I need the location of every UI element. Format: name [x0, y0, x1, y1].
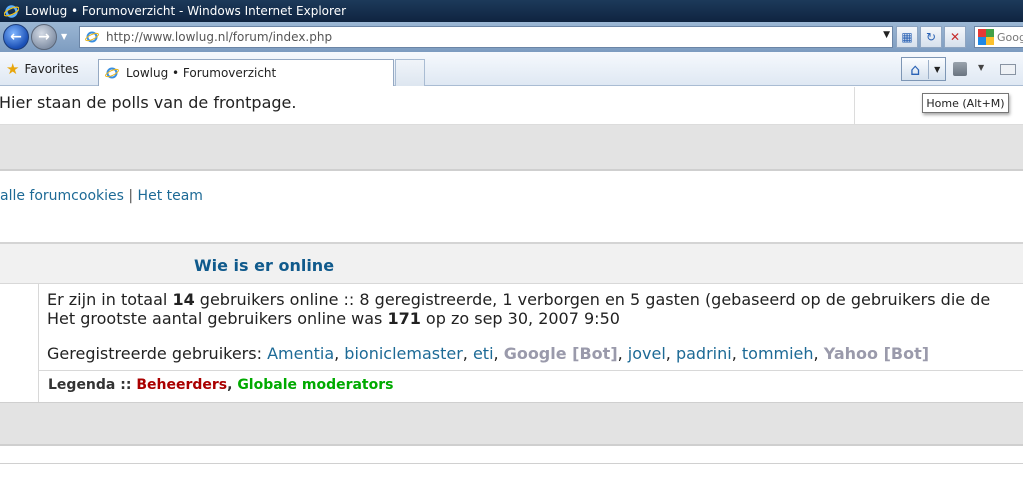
online-total-text: Er zijn in totaal 14 gebruikers online :… [47, 290, 990, 309]
online-record-count: 171 [387, 309, 421, 328]
registered-users-list: Geregistreerde gebruikers: Amentia, bion… [47, 344, 930, 363]
navigation-bar: ← → ▼ http://www.lowlug.nl/forum/index.p… [0, 22, 1023, 52]
tab-title: Lowlug • Forumoverzicht [126, 66, 277, 80]
user-link-google-bot[interactable]: Google [Bot] [504, 344, 618, 363]
url-text[interactable]: http://www.lowlug.nl/forum/index.php [106, 30, 332, 44]
online-record-text: Het grootste aantal gebruikers online wa… [47, 309, 620, 328]
legend-admins-link[interactable]: Beheerders [136, 377, 227, 393]
legend-global-moderators-link[interactable]: Globale moderators [237, 377, 393, 393]
tab-page-icon [104, 65, 120, 81]
title-bar: Lowlug • Forumoverzicht - Windows Intern… [0, 0, 1023, 22]
who-online-title[interactable]: Wie is er online [194, 256, 334, 275]
user-link-eti[interactable]: eti [473, 344, 494, 363]
search-box[interactable]: Goog [974, 26, 1023, 48]
legend-separator: , [227, 377, 238, 393]
home-dropdown-icon[interactable]: ▼ [929, 65, 945, 74]
poll-row: Hier staan de polls van de frontpage. [0, 87, 1023, 125]
legend: Legenda :: Beheerders, Globale moderator… [48, 377, 393, 393]
user-link-bioniclemaster[interactable]: bioniclemaster [344, 344, 462, 363]
user-link-amentia[interactable]: Amentia [267, 344, 334, 363]
who-online-header: Wie is er online [0, 242, 1023, 284]
page-content: Hier staan de polls van de frontpage. al… [0, 87, 1023, 480]
legend-label: Legenda :: [48, 377, 137, 393]
home-icon[interactable]: ⌂ [902, 59, 930, 79]
star-icon: ★ [6, 60, 20, 78]
ie-logo-icon [4, 4, 19, 19]
address-dropdown-icon[interactable]: ▼ [883, 30, 890, 40]
who-online-panel: Er zijn in totaal 14 gebruikers online :… [0, 284, 1023, 402]
page-icon [84, 29, 100, 45]
section-separator-2 [0, 402, 1023, 446]
section-separator [0, 125, 1023, 171]
online-total-suffix: gebruikers online :: 8 geregistreerde, 1… [194, 290, 991, 309]
feeds-dropdown-icon[interactable]: ▼ [978, 63, 984, 72]
back-button[interactable]: ← [3, 24, 29, 50]
home-button[interactable]: ⌂ ▼ [901, 57, 946, 81]
user-link-padrini[interactable]: padrini [676, 344, 732, 363]
bottom-divider [0, 463, 1023, 464]
feeds-icon[interactable] [953, 62, 967, 76]
user-link-tommieh[interactable]: tommieh [742, 344, 814, 363]
online-total-count: 14 [172, 290, 195, 309]
compatibility-view-button[interactable]: ▦ [896, 26, 918, 48]
favorites-button[interactable]: ★ Favorites [6, 60, 79, 78]
online-record-suffix: op zo sep 30, 2007 9:50 [420, 309, 620, 328]
online-record-prefix: Het grootste aantal gebruikers online wa… [47, 309, 388, 328]
address-bar[interactable]: http://www.lowlug.nl/forum/index.php ▼ [79, 26, 893, 48]
window-title: Lowlug • Forumoverzicht - Windows Intern… [25, 4, 347, 18]
stop-button[interactable]: ✕ [944, 26, 966, 48]
poll-description: Hier staan de polls van de frontpage. [0, 93, 297, 112]
delete-cookies-link[interactable]: alle forumcookies [0, 188, 124, 204]
forward-button[interactable]: → [31, 24, 57, 50]
legend-row: Legenda :: Beheerders, Globale moderator… [39, 370, 1023, 402]
online-total-prefix: Er zijn in totaal [47, 290, 173, 309]
new-tab-button[interactable] [395, 59, 425, 86]
mail-icon[interactable] [1000, 64, 1016, 75]
tab-lowlug[interactable]: Lowlug • Forumoverzicht [98, 59, 394, 86]
recent-pages-dropdown[interactable]: ▼ [61, 32, 67, 41]
google-icon [978, 29, 994, 45]
online-icon-column [0, 284, 39, 402]
user-link-jovel[interactable]: jovel [628, 344, 666, 363]
team-link[interactable]: Het team [138, 188, 203, 204]
refresh-button[interactable]: ↻ [920, 26, 942, 48]
registered-users-label: Geregistreerde gebruikers: [47, 344, 268, 363]
user-link-yahoo-bot[interactable]: Yahoo [Bot] [824, 344, 929, 363]
column-divider [854, 87, 855, 125]
link-separator: | [123, 188, 138, 204]
footer-links: alle forumcookies | Het team [0, 188, 203, 204]
home-tooltip: Home (Alt+M) [922, 93, 1009, 113]
favorites-bar: ★ Favorites Lowlug • Forumoverzicht [0, 52, 1023, 86]
favorites-label: Favorites [24, 62, 79, 76]
search-provider-text: Goog [997, 30, 1023, 44]
